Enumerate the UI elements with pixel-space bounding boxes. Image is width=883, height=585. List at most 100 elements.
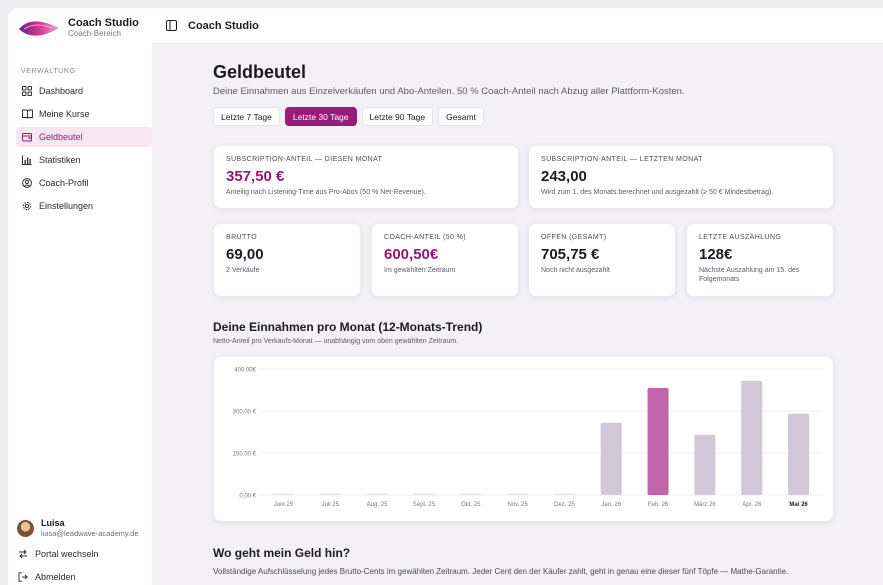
gear-icon — [21, 200, 33, 212]
sidebar-item-label: Meine Kurse — [39, 109, 90, 119]
user-circle-icon — [21, 177, 33, 189]
card-open-total: OFFEN (GESAMT) 705,75 € Noch nicht ausge… — [528, 223, 676, 297]
card-label: SUBSCRIPTION-ANTEIL — DIESEN MONAT — [226, 156, 383, 163]
chart-x-tick-label: Feb. 26 — [648, 502, 669, 508]
chart-bar — [460, 493, 482, 495]
brand-subtitle: Coach-Bereich — [68, 29, 121, 38]
avatar — [17, 520, 34, 537]
chart-bar — [647, 388, 669, 495]
sidebar-item-label: Coach-Profil — [39, 178, 89, 188]
wallet-icon — [21, 131, 33, 143]
card-value: 128€ — [699, 246, 733, 263]
sidebar-item-einstellungen[interactable]: Einstellungen — [16, 196, 152, 216]
money-breakdown-subtitle: Vollständige Aufschlüsselung jedes Brutt… — [213, 567, 789, 576]
chart-y-tick-label: 150,00 € — [233, 452, 257, 458]
filter-90-days[interactable]: Letzte 90 Tage — [361, 107, 434, 126]
sidebar-item-label: Statistiken — [39, 155, 81, 165]
card-note: 2 Verkäufe — [226, 267, 260, 274]
filter-total[interactable]: Gesamt — [438, 107, 484, 126]
chart-x-tick-label: Juli 25 — [322, 502, 340, 508]
grid-icon — [21, 85, 33, 97]
card-note: Nächste Auszahlung am 15. des Folgemonat… — [699, 267, 800, 283]
sidebar-nav: Dashboard Meine Kurse Geldbeutel Statist… — [16, 81, 152, 219]
sidebar-item-label: Dashboard — [39, 86, 84, 96]
card-value: 243,00 — [541, 168, 587, 185]
topbar: Coach Studio — [152, 8, 883, 44]
logout-link[interactable]: Abmelden — [17, 571, 76, 583]
trend-title: Deine Einnahmen pro Monat (12-Monats-Tre… — [213, 320, 483, 334]
chart-x-tick-label: Jan. 26 — [601, 502, 621, 508]
chart-y-tick-label: 400,00€ — [234, 368, 256, 374]
sidebar: Coach Studio Coach-Bereich VERWALTUNG Da… — [8, 8, 152, 585]
card-brutto: BRUTTO 69,00 2 Verkäufe — [213, 223, 361, 297]
chart-bar — [553, 493, 575, 495]
page-title: Geldbeutel — [213, 62, 307, 82]
sidebar-item-coach-profil[interactable]: Coach-Profil — [16, 173, 152, 193]
chart-x-tick-label: Nov. 25 — [507, 502, 528, 508]
trend-subtitle: Netto-Anteil pro Verkaufs-Monat — unabhä… — [213, 338, 459, 345]
chart-x-tick-label: Dez. 25 — [554, 502, 575, 508]
chart-bar — [319, 493, 341, 495]
chart-x-tick-label: Mai 26 — [789, 502, 808, 508]
chart-bar — [413, 493, 435, 495]
chart-x-tick-label: Aug. 25 — [367, 502, 388, 508]
chart-bar — [788, 413, 810, 495]
switch-portal-label: Portal wechseln — [35, 549, 99, 559]
sidebar-item-label: Einstellungen — [39, 201, 94, 211]
card-label: LETZTE AUSZAHLUNG — [699, 234, 782, 241]
chart-x-tick-label: Juni 25 — [274, 502, 294, 508]
brand-title: Coach Studio — [68, 17, 139, 29]
card-last-payout: LETZTE AUSZAHLUNG 128€ Nächste Auszahlun… — [686, 223, 834, 297]
chart-bar — [600, 422, 622, 495]
sidebar-item-meine-kurse[interactable]: Meine Kurse — [16, 104, 152, 124]
topbar-title: Coach Studio — [188, 19, 259, 32]
sidebar-item-dashboard[interactable]: Dashboard — [16, 81, 152, 101]
money-breakdown-title: Wo geht mein Geld hin? — [213, 546, 351, 560]
card-label: SUBSCRIPTION-ANTEIL — LETZTEN MONAT — [541, 156, 703, 163]
filter-7-days[interactable]: Letzte 7 Tage — [213, 107, 280, 126]
card-value: 705,75 € — [541, 246, 600, 263]
sidebar-toggle-icon[interactable] — [166, 19, 178, 32]
card-note: Noch nicht ausgezahlt — [541, 267, 610, 274]
user-name: Luisa — [41, 518, 65, 528]
sidebar-item-label: Geldbeutel — [39, 132, 83, 142]
chart-x-tick-label: Okt. 25 — [461, 502, 481, 508]
chart-bar — [272, 493, 294, 495]
filter-30-days[interactable]: Letzte 30 Tage — [284, 107, 357, 126]
chart-bar — [741, 380, 763, 495]
sidebar-item-statistiken[interactable]: Statistiken — [16, 150, 152, 170]
chart-bar — [694, 434, 716, 495]
switch-portal-link[interactable]: Portal wechseln — [17, 548, 99, 560]
card-coach-share: COACH-ANTEIL (50 %) 600,50€ Im gewählten… — [371, 223, 519, 297]
monthly-earnings-chart-card: 0,00 € 150,00 € 300,00 € 400,00€ Juni 25 Juli… — [213, 356, 834, 522]
chart-x-tick-label: Apr. 26 — [742, 502, 762, 508]
chart-bar — [507, 493, 529, 495]
chart-x-tick-label: Sept. 25 — [413, 502, 436, 508]
logout-label: Abmelden — [35, 572, 76, 582]
card-subscription-last-month: SUBSCRIPTION-ANTEIL — LETZTEN MONAT 243,… — [528, 145, 834, 209]
logout-icon — [17, 571, 29, 583]
user-email: luisa@leadwave-academy.de — [41, 529, 139, 538]
card-note: Wird zum 1. des Monats berechnet und aus… — [541, 189, 774, 196]
brand[interactable]: Coach Studio Coach-Bereich — [18, 17, 139, 39]
chart-y-tick-label: 0,00 € — [239, 494, 256, 500]
brand-logo — [19, 21, 59, 36]
period-filter: Letzte 7 Tage Letzte 30 Tage Letzte 90 T… — [213, 107, 484, 126]
card-note: Anteilig nach Listening-Time aus Pro-Abo… — [226, 189, 426, 196]
sidebar-item-geldbeutel[interactable]: Geldbeutel — [16, 127, 152, 147]
card-value: 600,50€ — [384, 246, 439, 263]
page-subtitle: Deine Einnahmen aus Einzelverkäufen und … — [213, 86, 685, 97]
monthly-earnings-chart: 0,00 € 150,00 € 300,00 € 400,00€ Juni 25 Juli… — [233, 368, 822, 508]
card-label: COACH-ANTEIL (50 %) — [384, 234, 467, 241]
sidebar-section-label: VERWALTUNG — [21, 68, 76, 75]
card-subscription-this-month: SUBSCRIPTION-ANTEIL — DIESEN MONAT 357,5… — [213, 145, 519, 209]
chart-bar — [366, 493, 388, 495]
book-icon — [21, 108, 33, 120]
user-profile[interactable]: Luisa luisa@leadwave-academy.de — [17, 518, 139, 539]
card-value: 357,50 € — [226, 168, 285, 185]
card-value: 69,00 — [226, 246, 264, 263]
card-label: BRUTTO — [226, 234, 258, 241]
swap-icon — [17, 548, 29, 560]
bar-chart-icon — [21, 154, 33, 166]
chart-x-tick-label: März 26 — [694, 502, 716, 508]
